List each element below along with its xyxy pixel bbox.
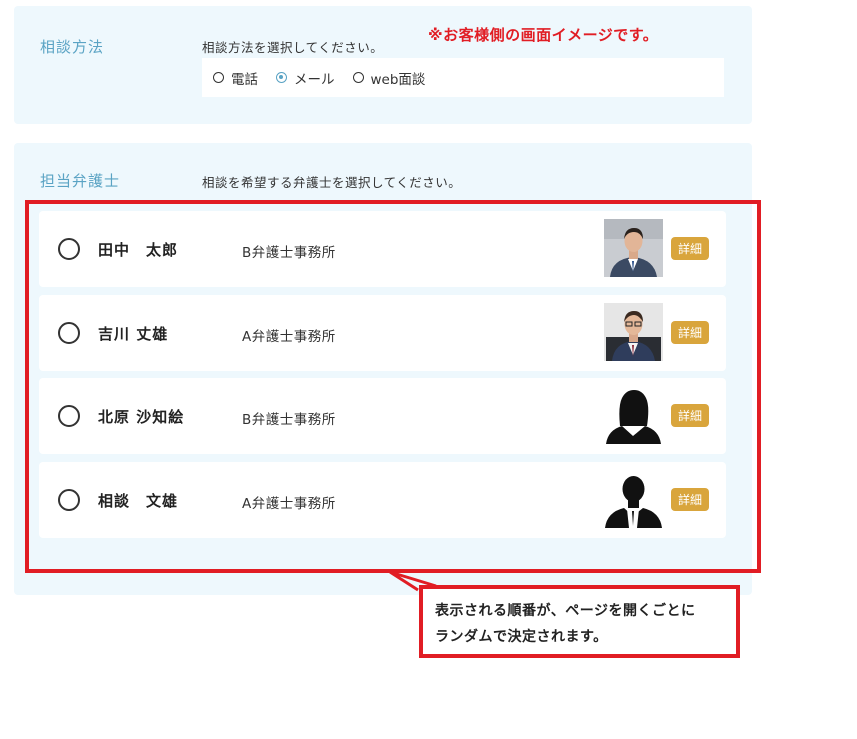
detail-button[interactable]: 詳細 (671, 237, 709, 260)
detail-button[interactable]: 詳細 (671, 488, 709, 511)
option-email[interactable]: メール (276, 68, 335, 88)
lawyer-card[interactable]: 吉川 丈雄 A弁護士事務所 詳細 (39, 295, 726, 371)
callout-line-2: ランダムで決定されます。 (435, 629, 608, 645)
lawyer-photo-silhouette-man (604, 470, 663, 528)
option-phone[interactable]: 電話 (213, 68, 258, 88)
option-email-label: メール (294, 71, 335, 88)
lawyer-office: A弁護士事務所 (242, 496, 336, 512)
lawyer-card[interactable]: 北原 沙知絵 B弁護士事務所 詳細 (39, 378, 726, 454)
lawyer-office: A弁護士事務所 (242, 329, 336, 345)
lawyer-name: 北原 沙知絵 (98, 408, 185, 426)
lawyer-name: 吉川 丈雄 (98, 325, 169, 343)
lawyer-name: 相談 文雄 (98, 492, 179, 510)
lawyer-radio[interactable] (58, 405, 80, 427)
lawyer-card[interactable]: 田中 太郎 B弁護士事務所 詳細 (39, 211, 726, 287)
lawyer-office: B弁護士事務所 (242, 245, 336, 261)
method-label: 相談方法 (40, 38, 105, 56)
method-options: 電話 メール web面談 (202, 58, 724, 97)
lawyer-radio[interactable] (58, 489, 80, 511)
lawyer-label: 担当弁護士 (40, 172, 121, 190)
detail-button[interactable]: 詳細 (671, 404, 709, 427)
radio-phone[interactable] (213, 72, 224, 83)
lawyer-office: B弁護士事務所 (242, 412, 336, 428)
callout-note: 表示される順番が、ページを開くごとに ランダムで決定されます。 (419, 585, 740, 658)
lawyer-radio[interactable] (58, 238, 80, 260)
method-description: 相談方法を選択してください。 (202, 40, 384, 55)
radio-email[interactable] (276, 72, 287, 83)
lawyer-card[interactable]: 相談 文雄 A弁護士事務所 詳細 (39, 462, 726, 538)
lawyer-name: 田中 太郎 (98, 241, 179, 259)
option-phone-label: 電話 (231, 71, 258, 88)
detail-button[interactable]: 詳細 (671, 321, 709, 344)
radio-web-meeting[interactable] (352, 72, 364, 83)
lawyer-photo (604, 219, 663, 277)
lawyer-photo (604, 303, 663, 361)
option-web-meeting-label: web面談 (370, 71, 426, 88)
lawyer-description: 相談を希望する弁護士を選択してください。 (202, 175, 462, 190)
callout-line-1: 表示される順番が、ページを開くごとに (435, 603, 696, 619)
screen-image-notice: ※お客様側の画面イメージです。 (428, 26, 659, 44)
lawyer-radio[interactable] (58, 322, 80, 344)
lawyer-photo-silhouette-woman (604, 386, 663, 444)
option-web-meeting[interactable]: web面談 (352, 68, 426, 88)
